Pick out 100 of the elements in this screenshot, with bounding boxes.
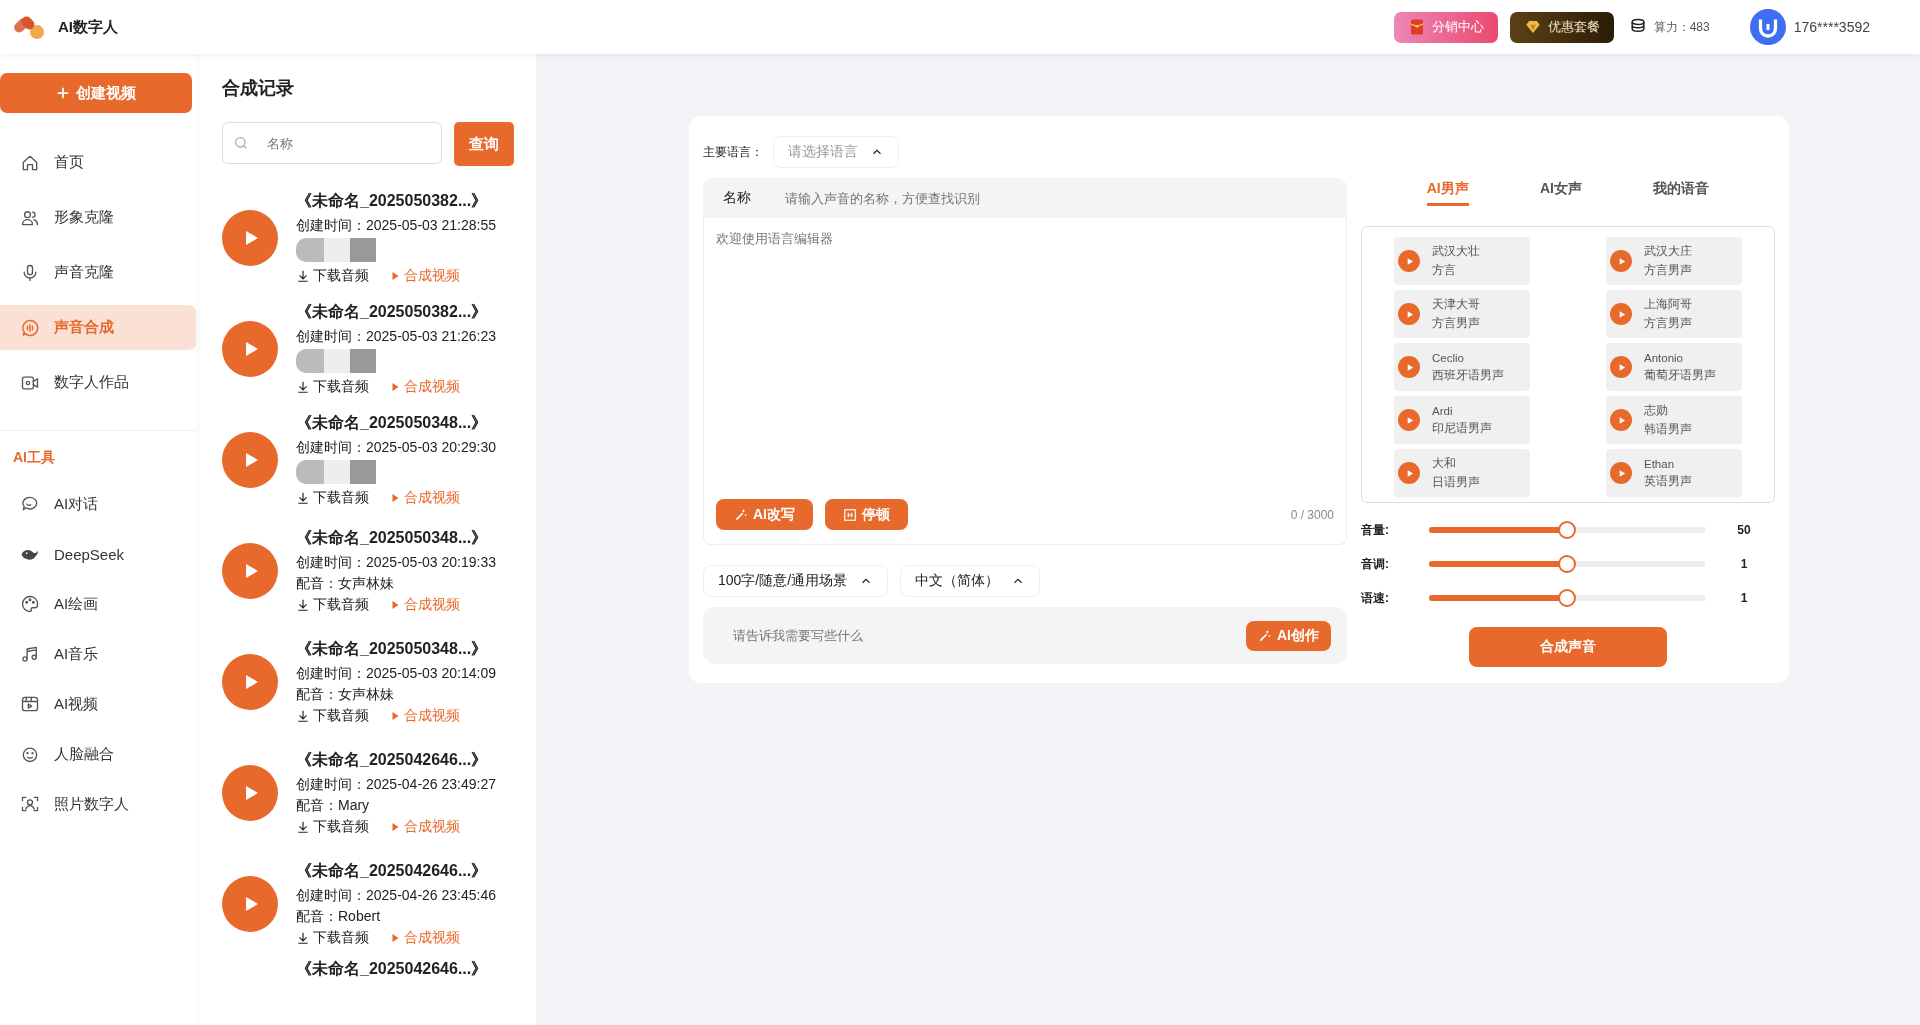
nav-item[interactable]: AI视频: [0, 684, 196, 724]
slider-label: 音量:: [1361, 521, 1390, 539]
voice-card[interactable]: 武汉大庄 方言男声: [1606, 237, 1742, 285]
voice-card[interactable]: 上海阿哥 方言男声: [1606, 290, 1742, 338]
nav-item[interactable]: AI音乐: [0, 634, 196, 674]
play-button[interactable]: [1610, 250, 1632, 272]
voice-label: 配音：女声林妹: [296, 574, 395, 591]
voice-description: 日语男声: [1432, 475, 1480, 490]
voice-name: 武汉大壮: [1432, 244, 1480, 259]
field-label: 主要语言：: [703, 143, 763, 161]
play-button[interactable]: [1398, 462, 1420, 484]
created-time: 创建时间：2025-05-03 20:29:30: [296, 438, 497, 455]
slider-value: 50: [1736, 523, 1752, 537]
music-note-icon: [20, 644, 40, 664]
voice-card[interactable]: 天津大哥 方言男声: [1394, 290, 1530, 338]
download-audio-link[interactable]: 下载音频: [296, 377, 369, 396]
panel-title: 合成记录: [222, 77, 295, 100]
logo-icon[interactable]: [12, 14, 46, 40]
voice-card[interactable]: 大和 日语男声: [1394, 449, 1530, 497]
play-button[interactable]: [1610, 462, 1632, 484]
magic-wand-icon: [734, 507, 748, 522]
download-audio-link[interactable]: 下载音频: [296, 928, 369, 947]
credits-label: 算力：483: [1653, 18, 1710, 36]
record-title: 《未命名_2025042646...》: [296, 860, 489, 881]
voice-card[interactable]: 武汉大壮 方言: [1394, 237, 1530, 285]
download-audio-link[interactable]: 下载音频: [296, 595, 369, 614]
voice-label: 配音：女声林妹: [296, 685, 395, 702]
voice-description: 英语男声: [1644, 473, 1692, 489]
voice-name: 武汉大庄: [1644, 244, 1692, 259]
text-editor[interactable]: 欢迎使用语言编辑器 AI改写 停顿 0 / 3000: [703, 218, 1347, 545]
slider-thumb[interactable]: [1558, 555, 1576, 573]
voice-name: Ethan: [1644, 457, 1676, 470]
voice-bubble-icon: [20, 317, 40, 338]
play-button[interactable]: [222, 209, 278, 266]
voice-tab[interactable]: 我的语音: [1653, 180, 1710, 206]
video-play-icon: [20, 694, 40, 714]
nav-item[interactable]: 照片数字人: [0, 784, 196, 824]
nav-item[interactable]: 声音克隆: [0, 250, 198, 295]
nav-item[interactable]: 形象克隆: [0, 195, 198, 240]
play-button[interactable]: [1398, 356, 1420, 378]
download-icon: [296, 268, 310, 283]
dropdown-select[interactable]: 100字/随意/通用场景: [703, 565, 889, 597]
package-button[interactable]: 优惠套餐: [1509, 11, 1614, 43]
play-button[interactable]: [1398, 250, 1420, 272]
nav-item[interactable]: AI绘画: [0, 584, 196, 624]
download-icon: [296, 819, 310, 834]
record-title: 《未命名_2025042646...》: [296, 959, 488, 979]
voice-label: 配音：Mary: [296, 796, 371, 813]
slider-thumb[interactable]: [1558, 589, 1576, 607]
record-title: 《未命名_2025050348...》: [296, 638, 489, 659]
download-audio-link[interactable]: 下载音频: [296, 817, 369, 836]
voice-name: Antonio: [1644, 351, 1684, 364]
dropdown-select[interactable]: 中文（简体）: [900, 565, 1041, 597]
name-input[interactable]: 请输入声音的名称，方便查找识别: [783, 189, 1287, 207]
created-time: 创建时间：2025-05-03 20:14:09: [296, 664, 497, 681]
prompt-input[interactable]: 请告诉我需要写些什么: [731, 627, 1135, 644]
download-audio-link[interactable]: 下载音频: [296, 706, 369, 725]
created-time: 创建时间：2025-05-03 21:28:55: [296, 216, 497, 233]
play-button[interactable]: [1610, 356, 1632, 378]
name-field[interactable]: 名称 请输入声音的名称，方便查找识别: [703, 178, 1347, 218]
search-field[interactable]: 名称: [222, 122, 442, 164]
voice-card[interactable]: Antonio 葡萄牙语男声: [1606, 343, 1742, 391]
nav-item[interactable]: AI对话: [0, 484, 196, 524]
nav-item[interactable]: 人脸融合: [0, 734, 196, 774]
voice-description: 方言男声: [1644, 263, 1692, 278]
download-icon: [296, 708, 310, 723]
created-time: 创建时间：2025-04-26 23:45:46: [296, 886, 497, 903]
avatar-icon[interactable]: [1749, 9, 1786, 45]
palette-icon: [20, 594, 40, 614]
voice-name: 上海阿哥: [1644, 297, 1692, 312]
download-audio-link[interactable]: 下载音频: [296, 488, 369, 507]
voice-tab[interactable]: AI女声: [1540, 180, 1582, 206]
play-button[interactable]: [1398, 409, 1420, 431]
voice-label: 配音：Robert: [296, 907, 382, 924]
created-time: 创建时间：2025-05-03 20:19:33: [296, 553, 497, 570]
play-button[interactable]: [1610, 303, 1632, 325]
slider-label: 语速:: [1361, 589, 1390, 607]
record-title: 《未命名_2025050382...》: [296, 301, 489, 322]
app-title: AI数字人: [58, 17, 118, 37]
slider-thumb[interactable]: [1558, 521, 1576, 539]
voice-description: 方言男声: [1644, 316, 1692, 331]
nav-item[interactable]: 数字人作品: [0, 360, 198, 405]
voice-name: Ardi: [1432, 404, 1454, 417]
download-icon: [296, 597, 310, 612]
play-button[interactable]: [1610, 409, 1632, 431]
voice-card[interactable]: Ceclio 西班牙语男声: [1394, 343, 1530, 391]
slider-value: 1: [1739, 557, 1749, 571]
nav-item[interactable]: DeepSeek: [0, 534, 196, 574]
voice-card[interactable]: Ethan 英语男声: [1606, 449, 1742, 497]
nav-item[interactable]: 首页: [0, 140, 198, 185]
record-title: 《未命名_2025050382...》: [296, 190, 489, 211]
pause-marker-icon: [843, 507, 857, 522]
section-title: AI工具: [12, 449, 56, 467]
play-button[interactable]: [1398, 303, 1420, 325]
voice-description: 韩语男声: [1644, 422, 1692, 437]
voice-card[interactable]: Ardi 印尼语男声: [1394, 396, 1530, 444]
download-audio-link[interactable]: 下载音频: [296, 266, 369, 285]
voice-name: 志勋: [1644, 403, 1669, 418]
plus-icon: [56, 86, 70, 100]
voice-card[interactable]: 志勋 韩语男声: [1606, 396, 1742, 444]
